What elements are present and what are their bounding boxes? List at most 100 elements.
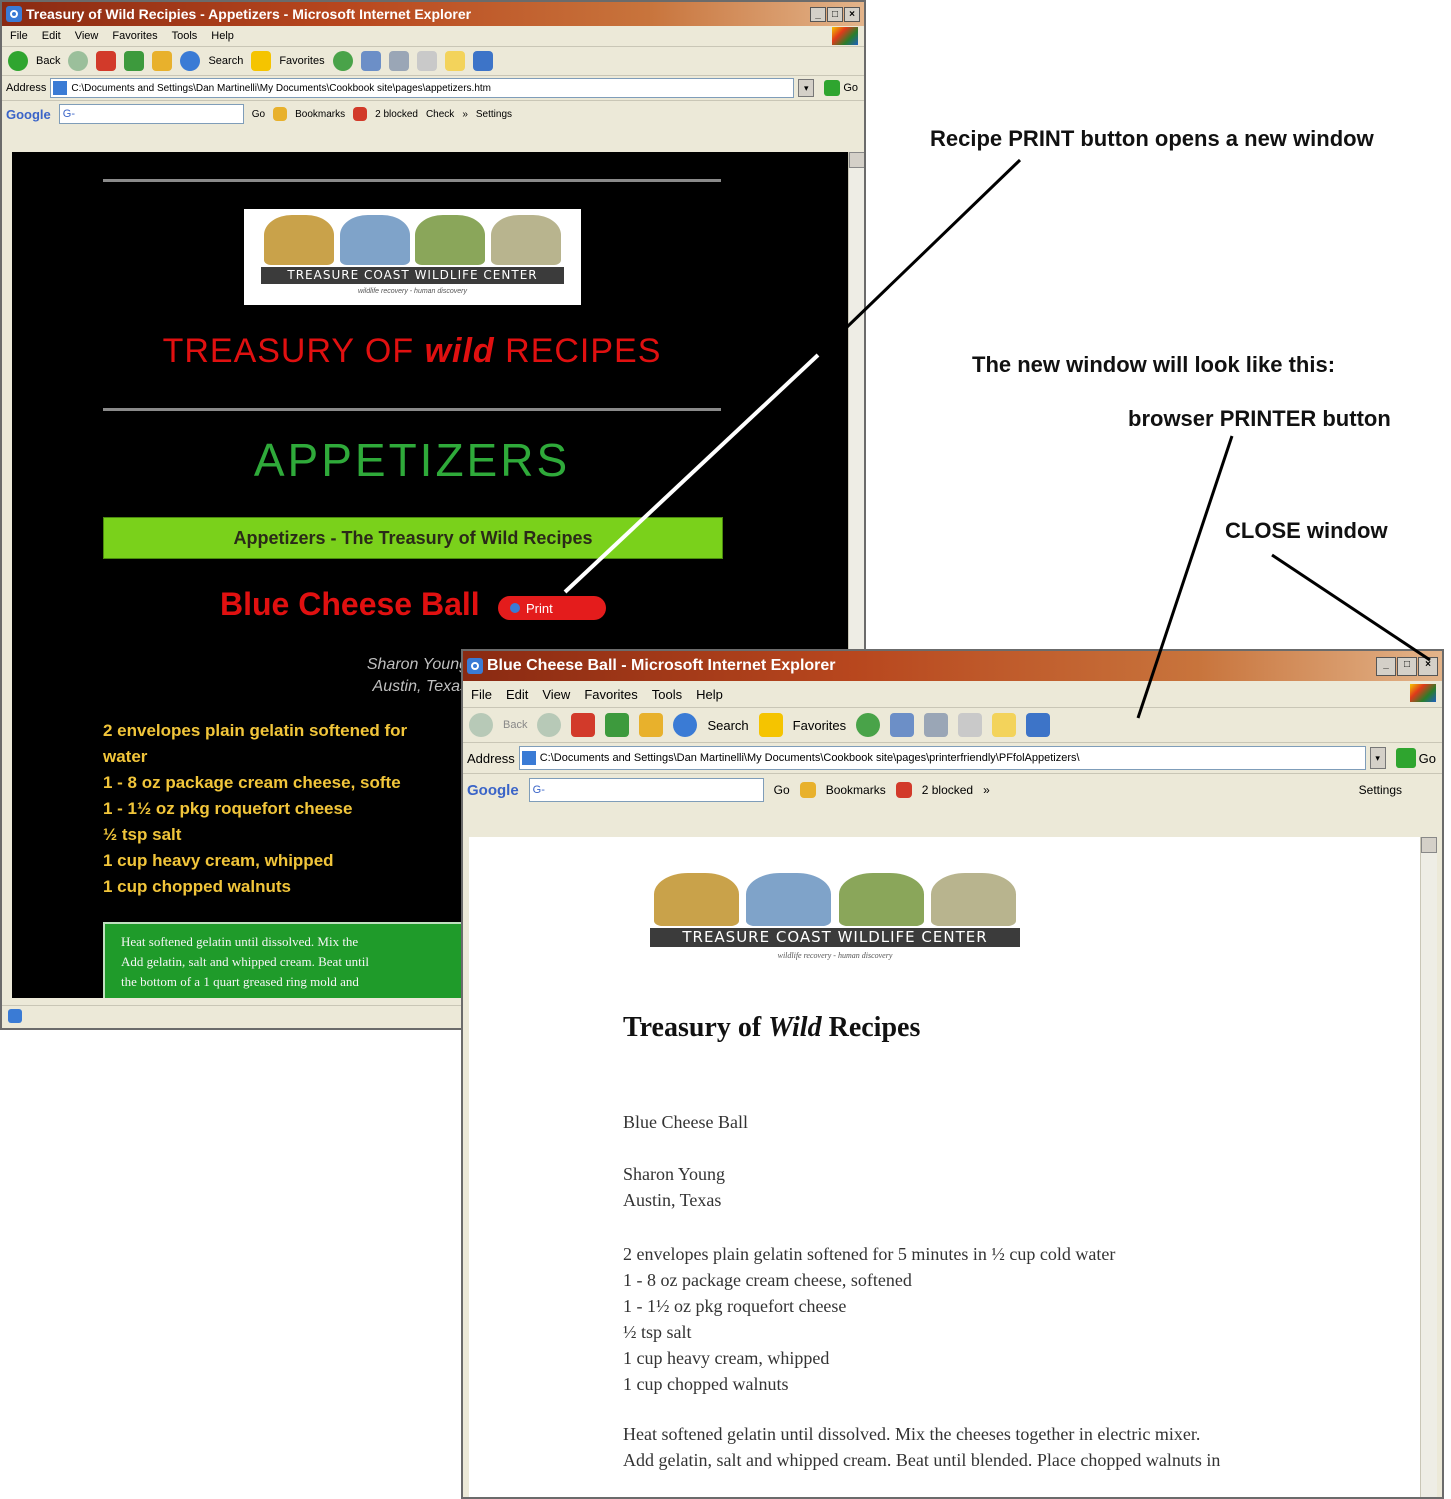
- folder-icon[interactable]: [444, 51, 465, 71]
- ingredient-line: 2 envelopes plain gelatin softened for: [103, 721, 408, 740]
- history-icon[interactable]: [856, 713, 881, 737]
- edit-icon[interactable]: [958, 713, 983, 737]
- check-button[interactable]: Check: [426, 109, 454, 120]
- google-search-input[interactable]: G-: [528, 778, 764, 802]
- address-label: Address: [467, 750, 515, 766]
- search-icon[interactable]: [180, 51, 201, 71]
- favorites-star-icon[interactable]: [251, 51, 272, 71]
- search-label[interactable]: Search: [707, 718, 748, 733]
- heading-pre: Treasury of: [623, 1012, 769, 1043]
- back-arrow-icon[interactable]: [469, 713, 493, 737]
- back-arrow-icon[interactable]: [8, 51, 28, 71]
- blocked-button[interactable]: 2 blocked: [375, 109, 418, 120]
- section-title: APPETIZERS: [253, 434, 571, 486]
- author-location: Austin, Texas: [623, 1190, 722, 1210]
- google-settings-button[interactable]: Settings: [476, 109, 512, 120]
- address-bar: Address C:\Documents and Settings\Dan Ma…: [463, 743, 1442, 774]
- menu-view[interactable]: View: [75, 30, 99, 42]
- home-icon[interactable]: [639, 713, 664, 737]
- google-go-button[interactable]: Go: [774, 783, 790, 797]
- go-button[interactable]: Go: [818, 80, 864, 96]
- mail-icon[interactable]: [360, 51, 381, 71]
- google-search-input[interactable]: G-: [58, 104, 244, 124]
- bookmarks-button[interactable]: Bookmarks: [295, 109, 345, 120]
- popup-blocker-icon: [353, 107, 368, 121]
- close-button[interactable]: ×: [1418, 656, 1438, 676]
- window-titlebar[interactable]: Blue Cheese Ball - Microsoft Internet Ex…: [463, 651, 1442, 681]
- address-label: Address: [6, 82, 47, 94]
- menu-help[interactable]: Help: [211, 30, 234, 42]
- print-author: Sharon Young Austin, Texas: [623, 1161, 725, 1213]
- menu-favorites[interactable]: Favorites: [112, 30, 157, 42]
- menu-favorites[interactable]: Favorites: [584, 687, 637, 702]
- menu-view[interactable]: View: [542, 687, 570, 702]
- bookmarks-button[interactable]: Bookmarks: [826, 783, 886, 797]
- refresh-icon[interactable]: [124, 51, 145, 71]
- folder-icon[interactable]: [992, 713, 1017, 737]
- recipe-print-button[interactable]: Print: [498, 596, 606, 620]
- callout-print-button: Recipe PRINT button opens a new window: [930, 126, 1374, 151]
- google-go-button[interactable]: Go: [252, 109, 265, 120]
- address-dropdown[interactable]: ▾: [798, 79, 815, 97]
- author-name: Sharon Young: [623, 1164, 726, 1184]
- minimize-button[interactable]: _: [810, 6, 826, 22]
- mail-icon[interactable]: [890, 713, 915, 737]
- minimize-button[interactable]: _: [1376, 656, 1396, 676]
- messenger-icon[interactable]: [472, 51, 493, 71]
- menu-help[interactable]: Help: [696, 687, 723, 702]
- favorites-label[interactable]: Favorites: [279, 55, 324, 67]
- tcwc-letters-graphic: [653, 873, 1017, 927]
- address-dropdown[interactable]: ▾: [1369, 747, 1386, 769]
- heading-wild: Wild: [768, 1012, 822, 1043]
- home-icon[interactable]: [152, 51, 173, 71]
- menu-edit[interactable]: Edit: [42, 30, 61, 42]
- favorites-star-icon[interactable]: [758, 713, 783, 737]
- menu-tools[interactable]: Tools: [172, 30, 198, 42]
- more-chevron[interactable]: »: [462, 109, 468, 120]
- history-icon[interactable]: [332, 51, 353, 71]
- menu-tools[interactable]: Tools: [652, 687, 682, 702]
- scroll-up-arrow[interactable]: [1421, 837, 1437, 853]
- close-button[interactable]: ×: [844, 6, 860, 22]
- messenger-icon[interactable]: [1026, 713, 1051, 737]
- method-box: Heat softened gelatin until dissolved. M…: [103, 922, 503, 998]
- back-label[interactable]: Back: [36, 55, 60, 67]
- menu-file[interactable]: File: [471, 687, 492, 702]
- refresh-icon[interactable]: [605, 713, 630, 737]
- google-settings-button[interactable]: Settings: [1359, 783, 1402, 797]
- author-name: Sharon Young: [366, 656, 468, 673]
- stop-icon[interactable]: [96, 51, 117, 71]
- address-input[interactable]: C:\Documents and Settings\Dan Martinelli…: [50, 78, 795, 98]
- forward-arrow-icon[interactable]: [537, 713, 562, 737]
- maximize-button[interactable]: □: [1397, 656, 1417, 676]
- google-field-prefix: G-: [532, 784, 545, 796]
- print-page-content: TREASURE COAST WILDLIFE CENTER wildlife …: [469, 837, 1420, 1497]
- search-icon[interactable]: [673, 713, 698, 737]
- menu-file[interactable]: File: [10, 30, 28, 42]
- menu-edit[interactable]: Edit: [506, 687, 528, 702]
- address-input[interactable]: C:\Documents and Settings\Dan Martinelli…: [518, 746, 1366, 770]
- window-titlebar[interactable]: Treasury of Wild Recipies - Appetizers -…: [2, 2, 864, 26]
- stop-icon[interactable]: [571, 713, 596, 737]
- maximize-button[interactable]: □: [827, 6, 843, 22]
- go-button[interactable]: Go: [1390, 748, 1442, 768]
- go-label: Go: [843, 82, 858, 94]
- ingredient-line: ½ tsp salt: [623, 1322, 692, 1342]
- windows-logo-icon: [832, 27, 858, 45]
- favorites-label[interactable]: Favorites: [793, 718, 846, 733]
- scroll-up-arrow[interactable]: [849, 152, 864, 168]
- printer-icon[interactable]: [388, 51, 409, 71]
- more-chevron[interactable]: »: [983, 783, 990, 797]
- printer-icon[interactable]: [924, 713, 949, 737]
- back-label[interactable]: Back: [503, 719, 527, 731]
- blocked-button[interactable]: 2 blocked: [922, 783, 973, 797]
- forward-arrow-icon[interactable]: [68, 51, 89, 71]
- vertical-scrollbar[interactable]: [1420, 837, 1437, 1497]
- divider: [103, 179, 721, 182]
- print-ingredients: 2 envelopes plain gelatin softened for 5…: [623, 1241, 1383, 1397]
- search-label[interactable]: Search: [208, 55, 243, 67]
- edit-icon[interactable]: [416, 51, 437, 71]
- callout-new-window: The new window will look like this:: [972, 352, 1336, 377]
- author-location: Austin, Texas: [372, 678, 468, 695]
- tcwc-logo: TREASURE COAST WILDLIFE CENTER wildlife …: [244, 209, 581, 305]
